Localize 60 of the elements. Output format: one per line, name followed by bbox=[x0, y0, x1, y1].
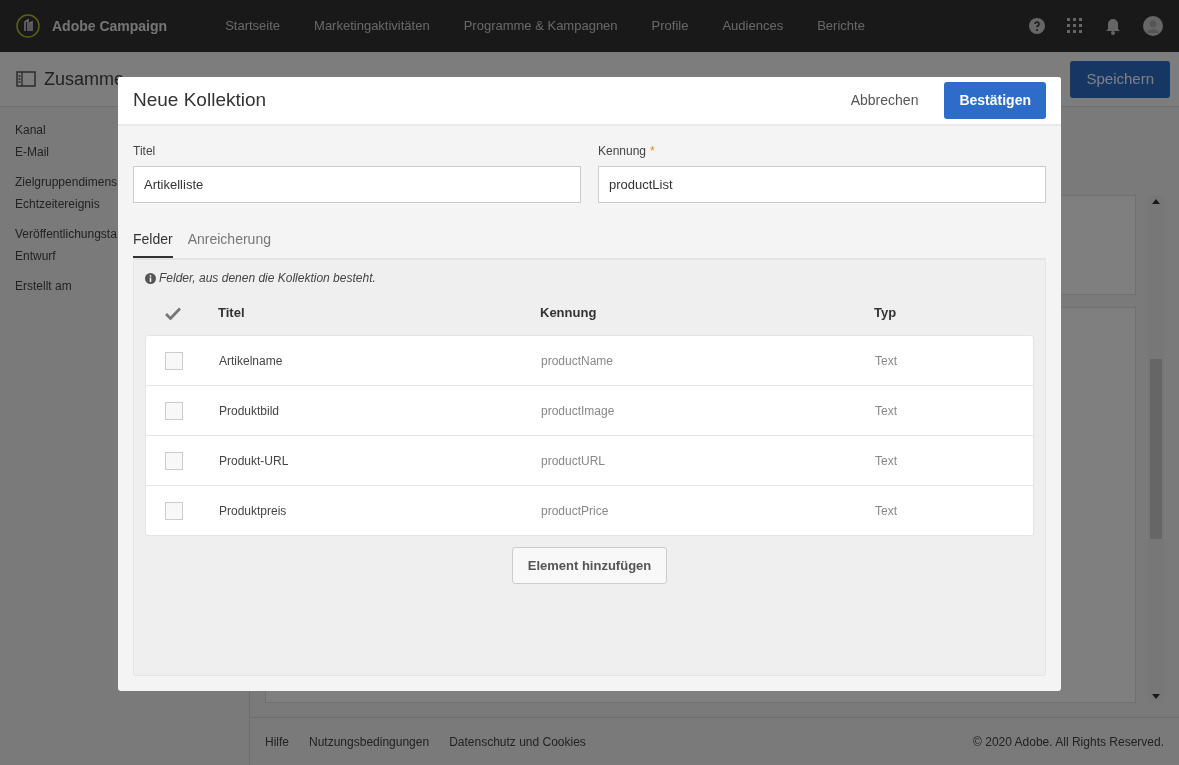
property-label: Erstellt am bbox=[15, 278, 72, 295]
footer-link[interactable]: Hilfe bbox=[265, 732, 289, 751]
property-label: Zielgruppendimens bbox=[15, 174, 118, 191]
scroll-up-icon[interactable] bbox=[1152, 199, 1160, 204]
property-label: Veröffentlichungsta bbox=[15, 226, 117, 243]
table-cell-text: productPrice bbox=[541, 502, 610, 520]
help-icon[interactable] bbox=[1029, 18, 1045, 34]
table-cell-text: productImage bbox=[541, 402, 616, 420]
logo-icon bbox=[16, 14, 40, 38]
cancel-button[interactable]: Abbrechen bbox=[850, 90, 919, 111]
text-field[interactable]: Artikelliste bbox=[133, 166, 581, 203]
nav-link[interactable]: Startseite bbox=[225, 16, 281, 36]
table-cell-text: Artikelname bbox=[218, 352, 284, 370]
table-cell-text: Text bbox=[875, 402, 897, 420]
table-cell-text: Text bbox=[875, 452, 897, 470]
dialog-title: Neue Kollektion bbox=[133, 88, 267, 113]
table-cell-text: Text bbox=[875, 352, 897, 370]
table-cell-text: Produktbild bbox=[218, 402, 281, 420]
tab[interactable]: Anreicherung bbox=[187, 229, 271, 258]
property-value: E-Mail bbox=[15, 144, 49, 161]
save-button[interactable]: Speichern bbox=[1070, 60, 1170, 98]
property-value: Entwurf bbox=[15, 248, 56, 265]
footer-link[interactable]: Nutzungsbedingungen bbox=[309, 732, 430, 751]
row-checkbox[interactable] bbox=[165, 501, 183, 520]
nav-link[interactable]: Marketingaktivitäten bbox=[314, 16, 430, 36]
check-icon[interactable] bbox=[165, 306, 181, 320]
table-cell-text: Produkt-URL bbox=[218, 452, 290, 470]
add-element-button[interactable]: Element hinzufügen bbox=[511, 547, 668, 584]
panel-icon[interactable] bbox=[16, 71, 36, 87]
table-cell-text: productName bbox=[541, 352, 615, 370]
info-icon bbox=[145, 272, 156, 284]
column-header: Typ bbox=[874, 304, 897, 323]
column-header: Titel bbox=[217, 304, 246, 323]
nav-link[interactable]: Berichte bbox=[817, 16, 865, 36]
brand-name: Adobe Campaign bbox=[52, 16, 168, 36]
footer-link[interactable]: Datenschutz und Cookies bbox=[449, 732, 586, 751]
field-label: Kennung bbox=[598, 143, 647, 160]
text-field[interactable]: productList bbox=[598, 166, 1046, 203]
row-checkbox[interactable] bbox=[165, 451, 183, 470]
property-value: Echtzeitereignis bbox=[15, 196, 100, 213]
page-title: Zusamme bbox=[44, 67, 124, 91]
table-cell-text: Text bbox=[875, 502, 897, 520]
required-mark: * bbox=[650, 143, 655, 160]
copyright: © 2020 Adobe. All Rights Reserved. bbox=[973, 733, 1164, 751]
table-cell-text: Produktpreis bbox=[218, 502, 288, 520]
property-label: Kanal bbox=[15, 122, 46, 139]
table-cell-text: productURL bbox=[541, 452, 607, 470]
scroll-down-icon[interactable] bbox=[1152, 694, 1160, 699]
nav-link[interactable]: Programme & Kampagnen bbox=[463, 16, 618, 36]
info-text: Felder, aus denen die Kollektion besteht. bbox=[159, 270, 376, 287]
bell-icon[interactable] bbox=[1105, 17, 1121, 35]
nav-link[interactable]: Profile bbox=[651, 16, 689, 36]
row-checkbox[interactable] bbox=[165, 351, 183, 370]
avatar-icon[interactable] bbox=[1143, 16, 1163, 36]
apps-grid-icon[interactable] bbox=[1067, 18, 1083, 34]
field-label: Titel bbox=[133, 143, 156, 160]
confirm-button[interactable]: Bestätigen bbox=[944, 82, 1046, 119]
row-checkbox[interactable] bbox=[165, 401, 183, 420]
column-header: Kennung bbox=[540, 304, 598, 323]
nav-link[interactable]: Audiences bbox=[722, 16, 784, 36]
